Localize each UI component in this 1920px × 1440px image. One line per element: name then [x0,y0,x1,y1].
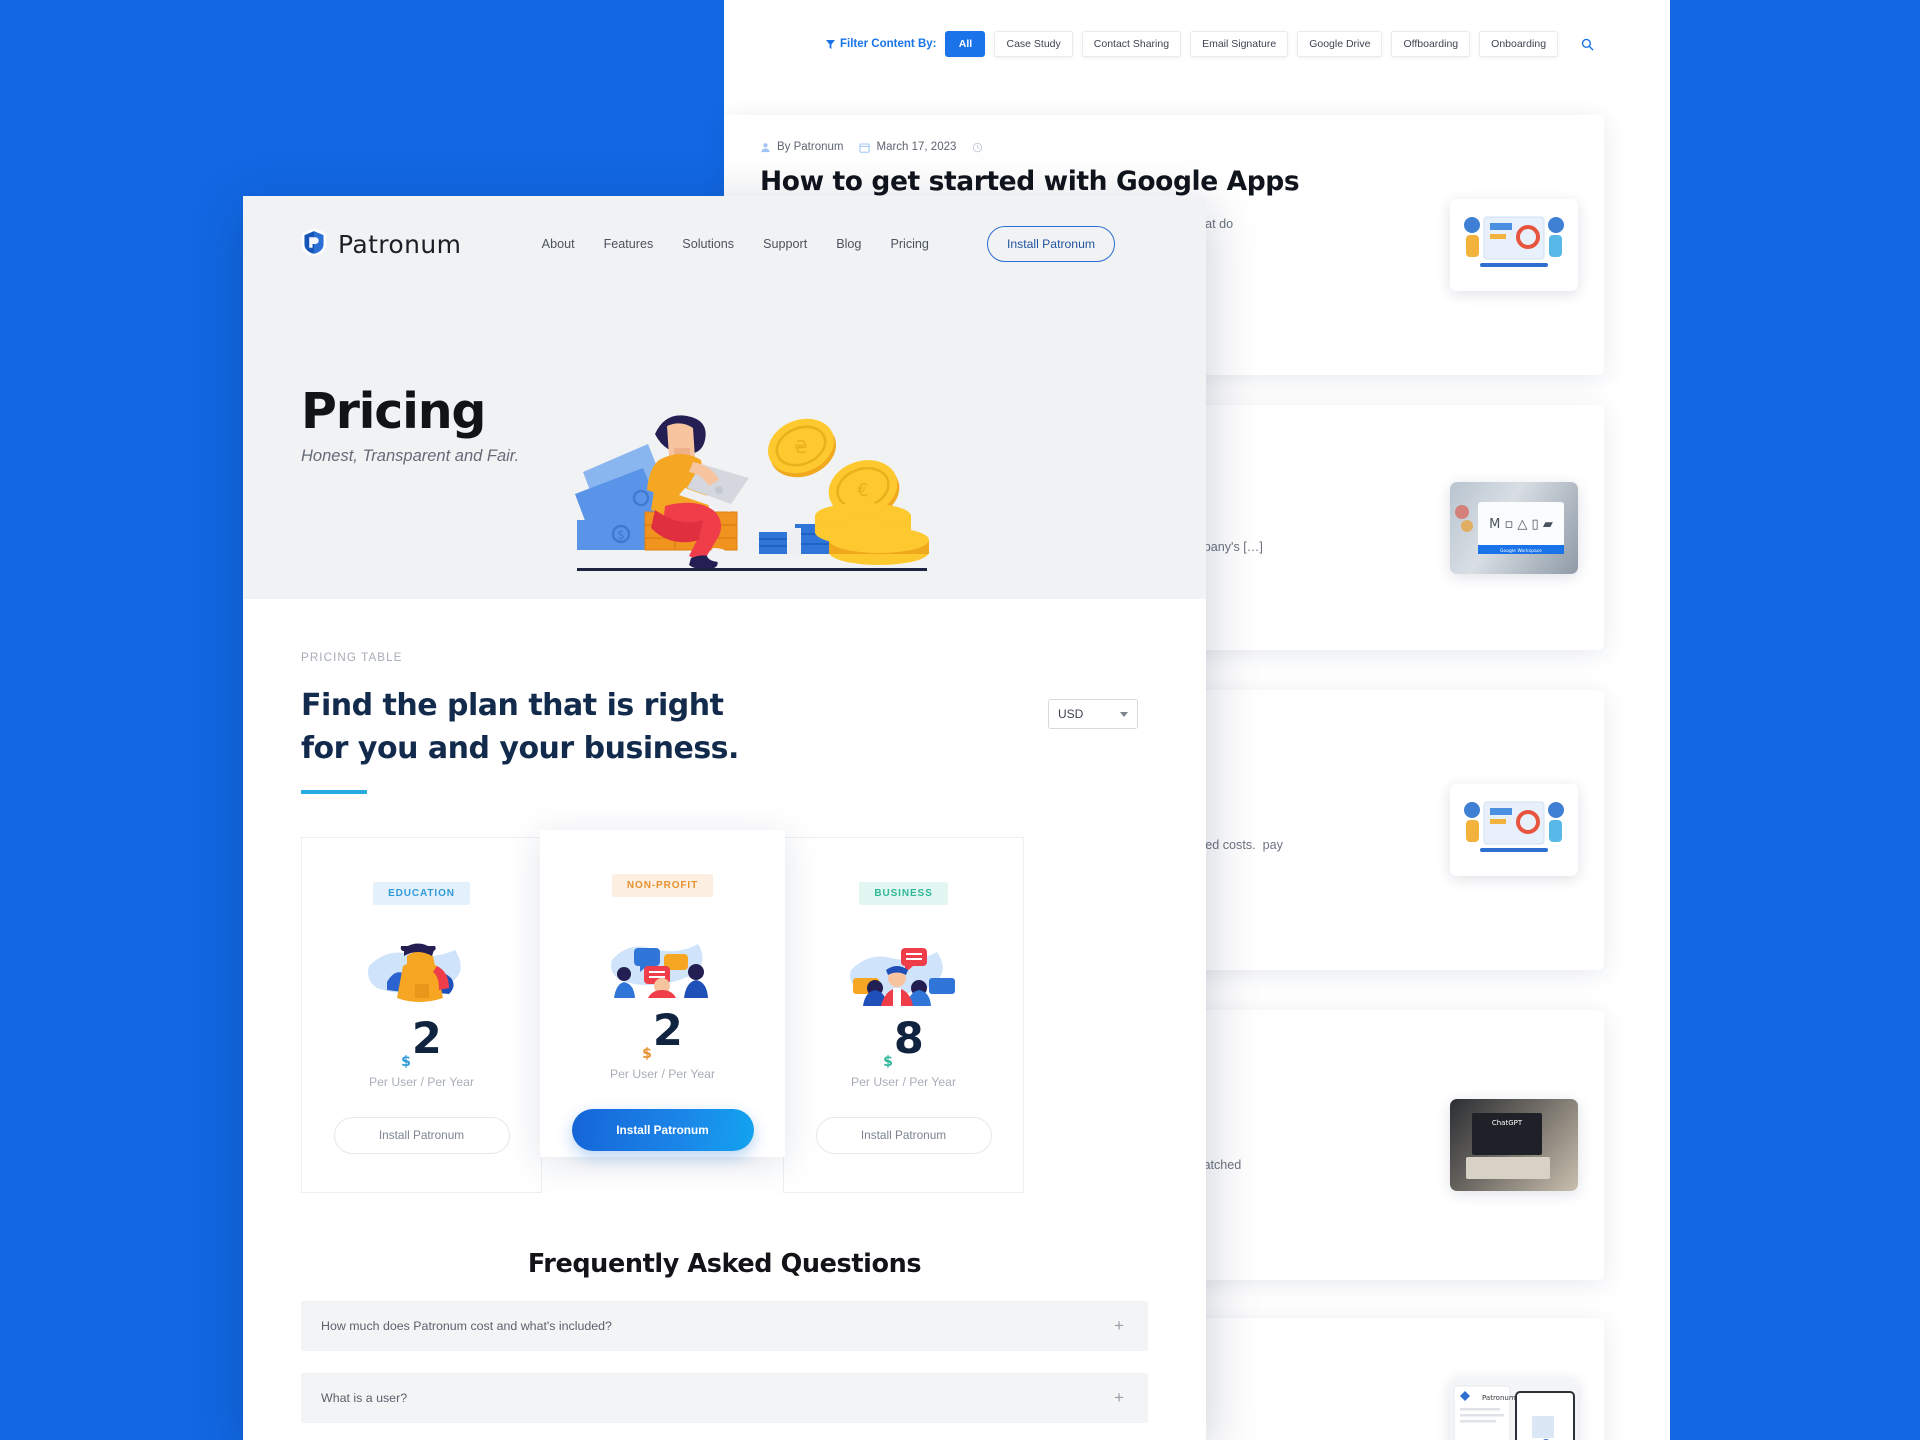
post-thumbnail: ChatGPT [1450,1099,1578,1191]
filter-chip-onboarding[interactable]: Onboarding [1479,31,1559,57]
post-thumbnail: Patronum [1450,1378,1578,1440]
people-chat-bubbles-illustration [604,924,722,998]
screenshot-stage: Filter Content By: All Case Study Contac… [0,0,1920,1440]
plan-install-button[interactable]: Install Patronum [571,1108,754,1151]
post-date-text: March 17, 2023 [876,141,957,153]
patronum-shield-icon [301,227,327,262]
plan-badge: NON-PROFIT [611,873,714,897]
filter-chip-all[interactable]: All [945,31,986,57]
plan-period: Per User / Per Year [369,1074,474,1089]
calendar-icon [859,142,871,153]
filter-chip-contact-sharing[interactable]: Contact Sharing [1081,31,1182,57]
brand-name: Patronum [338,229,462,259]
plus-icon[interactable]: + [1114,1389,1124,1406]
pricing-table-section: PRICING TABLE Find the plan that is righ… [243,599,1206,1193]
pricing-page-window: Patronum About Features Solutions Suppor… [243,196,1206,1440]
filter-chip-google-drive[interactable]: Google Drive [1297,31,1383,57]
hero-subtitle: Honest, Transparent and Fair. [301,447,520,465]
faq-question: How much does Patronum cost and what's i… [321,1318,612,1333]
background-blue-top [0,0,724,196]
pricing-card-education: EDUCATION $2 Per User / Per Year Install… [301,836,542,1193]
nav-item-about[interactable]: About [542,237,575,251]
install-patronum-button[interactable]: Install Patronum [986,226,1115,262]
svg-text:$: $ [617,528,625,542]
section-heading: Find the plan that is right for you and … [301,688,739,766]
hero-body: Pricing Honest, Transparent and Fair. $ [243,292,1206,599]
svg-text:€: € [857,480,868,501]
post-thumbnail [1450,784,1578,876]
svg-text:ChatGPT: ChatGPT [1492,1119,1523,1127]
plan-price: $8 [883,1017,924,1069]
faq-section: Frequently Asked Questions How much does… [243,1193,1206,1423]
nav-item-solutions[interactable]: Solutions [682,237,734,251]
post-thumbnail [1450,199,1578,291]
filter-chip-case-study[interactable]: Case Study [994,31,1073,57]
plan-price: $2 [401,1017,442,1069]
background-blue-right [1670,0,1920,1440]
post-author: By Patronum [760,141,843,153]
nav-item-pricing[interactable]: Pricing [890,237,929,251]
faq-item[interactable]: How much does Patronum cost and what's i… [301,1300,1148,1351]
user-icon [760,142,771,153]
svg-text:₴: ₴ [794,437,808,458]
post-title[interactable]: How to get started with Google Apps [760,166,1570,198]
faq-question: What is a user? [321,1390,408,1405]
svg-text:Google Workspace: Google Workspace [1500,548,1542,554]
pricing-cards: EDUCATION $2 Per User / Per Year Install… [301,829,1148,1193]
filter-content-label: Filter Content By: [826,38,936,50]
post-date: March 17, 2023 [859,141,956,153]
student-with-backpack-illustration [363,932,481,1006]
currency-select[interactable]: USD [1048,699,1138,729]
page-title: Pricing [301,383,486,440]
nav-item-features[interactable]: Features [604,237,654,251]
plan-badge: EDUCATION [373,881,470,905]
currency-value: USD [1058,707,1084,721]
team-chat-bubbles-illustration [845,932,963,1006]
post-author-text: By Patronum [777,141,844,153]
plan-price: $2 [642,1009,683,1061]
plan-install-button[interactable]: Install Patronum [333,1116,510,1154]
chevron-down-icon [1120,711,1128,717]
plan-install-button[interactable]: Install Patronum [815,1116,992,1154]
filter-chip-email-signature[interactable]: Email Signature [1190,31,1289,57]
plan-badge: BUSINESS [859,881,948,905]
nav-links: About Features Solutions Support Blog Pr… [542,226,1115,262]
post-meta: By Patronum March 17, 2023 [760,141,1570,153]
currency-symbol: $ [401,1053,411,1070]
section-eyebrow: PRICING TABLE [301,651,403,664]
person-on-coins-with-laptop-illustration: $ ₴ € [563,382,943,582]
svg-text:Patronum: Patronum [1482,1394,1516,1402]
post-thumbnail: M ▫ △ ▯ ▰ Google Workspace [1450,481,1578,574]
plan-period: Per User / Per Year [851,1074,956,1089]
search-icon[interactable] [1581,38,1594,51]
hero-section: Patronum About Features Solutions Suppor… [243,196,1206,599]
faq-title: Frequently Asked Questions [527,1248,922,1279]
section-rule [301,790,367,794]
price-value: 2 [652,1005,683,1056]
currency-symbol: $ [642,1045,652,1062]
funnel-icon [826,39,835,49]
price-value: 2 [411,1013,442,1064]
svg-text:M ▫ △ ▯ ▰: M ▫ △ ▯ ▰ [1489,517,1553,532]
faq-item[interactable]: What is a user? + [301,1372,1148,1423]
filter-label-text: Filter Content By: [840,38,937,50]
pricing-card-non-profit: NON-PROFIT $2 Per User / Per Year Instal… [540,829,785,1157]
price-value: 8 [893,1013,924,1064]
clock-icon [972,142,983,153]
blog-filter-bar: Filter Content By: All Case Study Contac… [724,18,1670,70]
plus-icon[interactable]: + [1114,1317,1124,1334]
currency-symbol: $ [883,1053,893,1070]
plan-period: Per User / Per Year [610,1066,715,1081]
background-blue-left [0,0,243,1440]
pricing-card-business: BUSINESS $8 Per User / Per Year Install … [783,836,1024,1193]
filter-chip-offboarding[interactable]: Offboarding [1391,31,1471,57]
nav-item-blog[interactable]: Blog [836,237,861,251]
nav-item-support[interactable]: Support [763,237,807,251]
brand-logo[interactable]: Patronum [301,227,461,262]
site-navbar: Patronum About Features Solutions Suppor… [243,196,1206,292]
